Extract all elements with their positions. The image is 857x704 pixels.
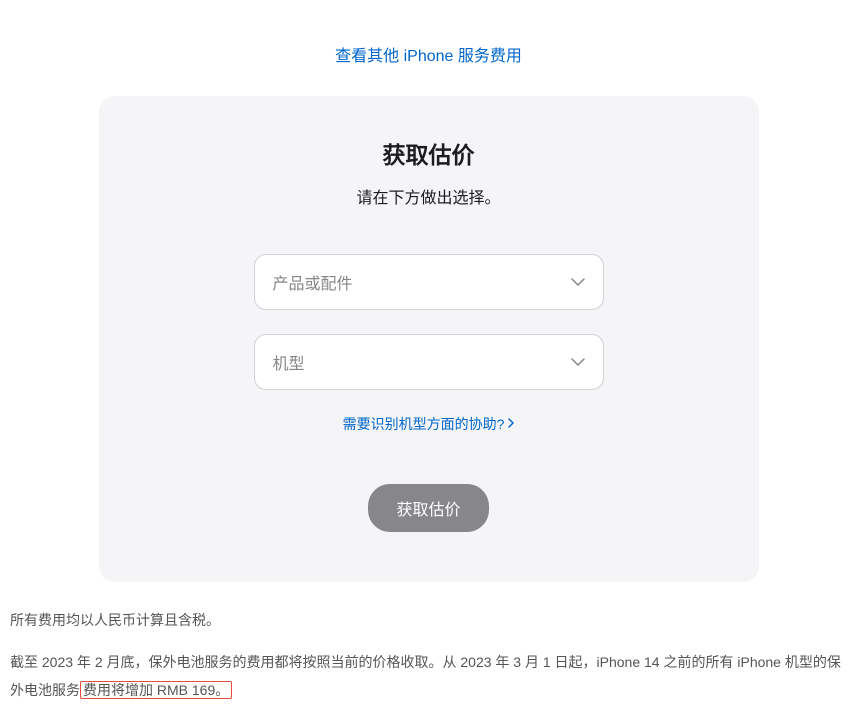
help-link-text: 需要识别机型方面的协助? (343, 414, 505, 434)
top-link-container: 查看其他 iPhone 服务费用 (0, 0, 857, 96)
model-select-placeholder: 机型 (273, 350, 305, 374)
chevron-right-icon (508, 417, 514, 431)
view-other-fees-link[interactable]: 查看其他 iPhone 服务费用 (335, 48, 522, 65)
estimate-card: 获取估价 请在下方做出选择。 产品或配件 机型 需要识别机型方面的协助? 获取估… (99, 96, 759, 582)
card-title: 获取估价 (139, 136, 719, 170)
footnote-line2: 截至 2023 年 2 月底，保外电池服务的费用都将按照当前的价格收取。从 20… (10, 648, 847, 704)
footnote-line1: 所有费用均以人民币计算且含税。 (10, 606, 847, 634)
model-select-wrapper: 机型 (254, 334, 604, 390)
card-subtitle: 请在下方做出选择。 (139, 184, 719, 208)
get-estimate-button[interactable]: 获取估价 (368, 484, 488, 532)
footnote: 所有费用均以人民币计算且含税。 截至 2023 年 2 月底，保外电池服务的费用… (0, 582, 857, 704)
model-select[interactable]: 机型 (254, 334, 604, 390)
submit-container: 获取估价 (139, 484, 719, 532)
price-increase-highlight: 费用将增加 RMB 169。 (80, 681, 232, 699)
chevron-down-icon (571, 353, 585, 371)
identify-model-help-link[interactable]: 需要识别机型方面的协助? (343, 414, 515, 434)
product-select[interactable]: 产品或配件 (254, 254, 604, 310)
product-select-placeholder: 产品或配件 (273, 270, 353, 294)
chevron-down-icon (571, 273, 585, 291)
product-select-wrapper: 产品或配件 (254, 254, 604, 310)
